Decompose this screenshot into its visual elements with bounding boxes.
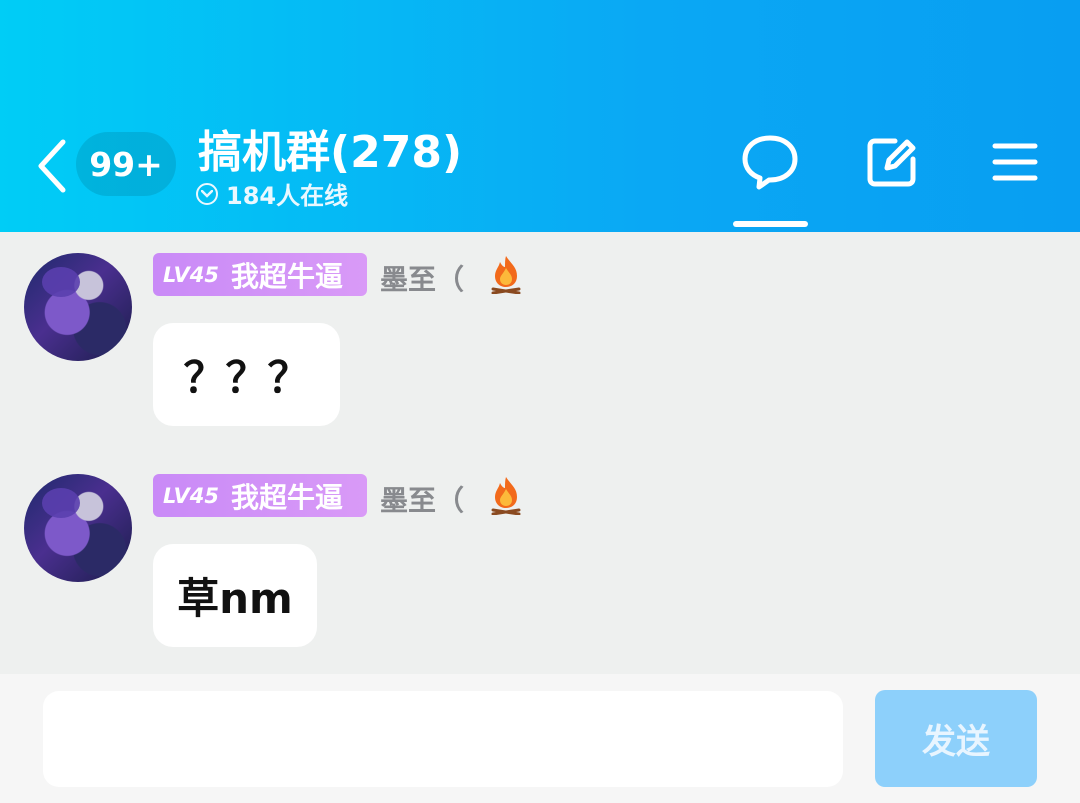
group-title[interactable]: 搞机群(278) (198, 116, 462, 180)
input-bar: 发送 (0, 674, 1080, 803)
level-label: LV45 (163, 262, 219, 287)
fire-icon (487, 254, 525, 295)
back-button[interactable] (32, 138, 72, 194)
active-tab-indicator (733, 221, 808, 227)
message-bubble[interactable]: ？？？ (153, 323, 340, 426)
chevron-down-circle-icon (196, 182, 218, 205)
chat-bubble-icon (742, 135, 798, 190)
online-count: 184人在线 (226, 182, 349, 210)
menu-button[interactable] (985, 132, 1045, 192)
edit-button[interactable] (862, 132, 922, 192)
send-button[interactable]: 发送 (875, 690, 1037, 787)
member-level-badge: LV45 我超牛逼 (153, 253, 367, 296)
member-level-badge: LV45 我超牛逼 (153, 474, 367, 517)
avatar[interactable] (24, 474, 132, 582)
avatar[interactable] (24, 253, 132, 361)
online-status[interactable]: 184人在线 (196, 176, 348, 211)
member-title: 我超牛逼 (230, 259, 343, 293)
level-label: LV45 (163, 483, 219, 508)
edit-icon (867, 138, 916, 187)
fire-icon (487, 475, 525, 516)
chat-header: 99+ 搞机群(278) 184人在线 (0, 0, 1080, 232)
menu-icon (992, 143, 1038, 181)
member-title: 我超牛逼 (230, 480, 343, 514)
chat-tab[interactable] (740, 132, 800, 192)
sender-nickname[interactable]: 墨至（ (380, 258, 464, 298)
message-bubble[interactable]: 草nm (153, 544, 317, 647)
unread-badge[interactable]: 99+ (76, 132, 176, 196)
back-chevron-icon (38, 139, 66, 193)
message-input[interactable] (43, 691, 843, 787)
sender-nickname[interactable]: 墨至（ (380, 479, 464, 519)
